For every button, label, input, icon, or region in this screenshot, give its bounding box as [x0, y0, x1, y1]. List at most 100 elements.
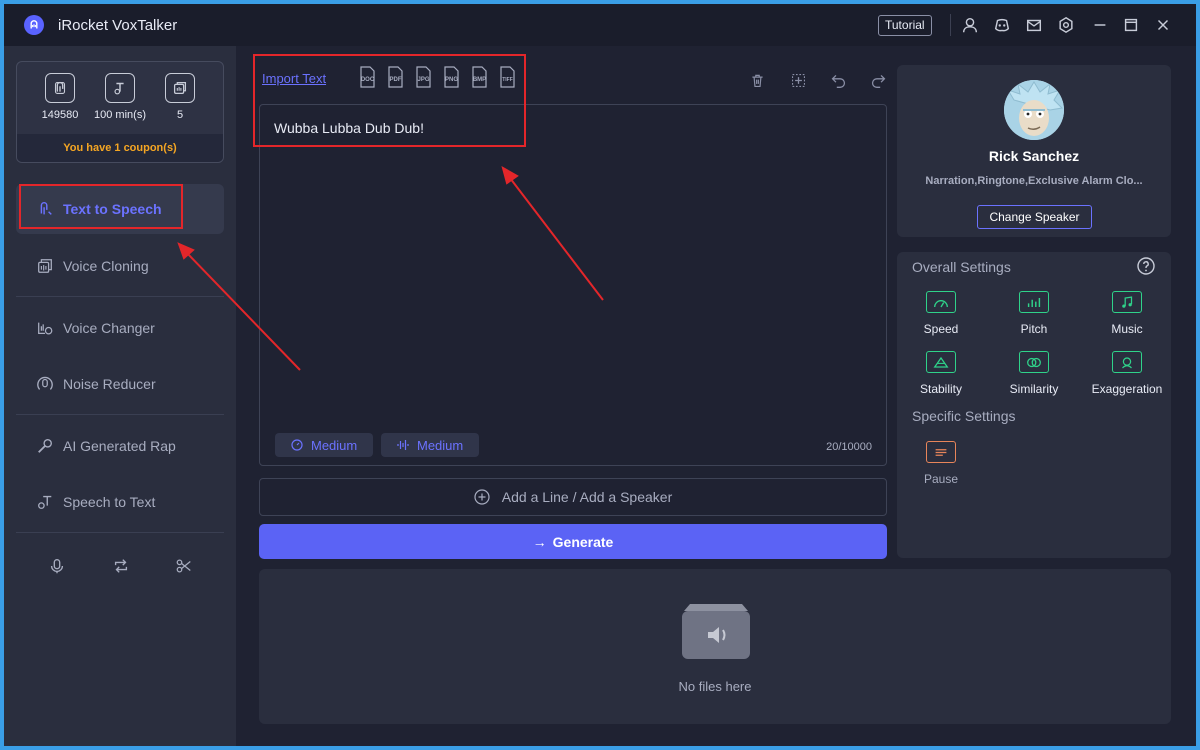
- change-speaker-button[interactable]: Change Speaker: [977, 205, 1092, 229]
- sidebar-item-ai-generated-rap[interactable]: AI Generated Rap: [16, 421, 224, 471]
- specific-settings-title: Specific Settings: [912, 408, 1016, 424]
- sidebar: 149580 100 min(s) 5 You have 1 coupon(s)…: [4, 46, 236, 746]
- sidebar-item-label: Noise Reducer: [63, 376, 156, 392]
- stat-value: 5: [176, 109, 184, 121]
- speech-to-text-icon: [38, 495, 52, 509]
- sidebar-item-voice-cloning[interactable]: Voice Cloning: [16, 241, 224, 291]
- filetype-png-icon[interactable]: PNG: [441, 66, 461, 88]
- add-line-button[interactable]: Add a Line / Add a Speaker: [259, 478, 887, 516]
- generate-button[interactable]: → Generate: [259, 524, 887, 559]
- microphone-icon[interactable]: [47, 556, 67, 576]
- stat-minutes: 100 min(s): [90, 73, 150, 121]
- minimize-icon[interactable]: [1090, 15, 1110, 35]
- sidebar-item-speech-to-text[interactable]: Speech to Text: [16, 477, 224, 527]
- stat-clones: 5: [150, 73, 210, 121]
- close-icon[interactable]: [1153, 15, 1173, 35]
- filetype-pdf-icon[interactable]: PDF: [385, 66, 405, 88]
- filetype-bmp-icon[interactable]: BMP: [469, 66, 489, 88]
- pause-icon: [926, 441, 956, 463]
- exaggeration-setting[interactable]: Exaggeration: [1087, 351, 1167, 396]
- pause-setting[interactable]: Pause: [901, 441, 981, 486]
- undo-icon[interactable]: [828, 70, 848, 90]
- tutorial-button[interactable]: Tutorial: [878, 15, 932, 36]
- filetype-label: TIFF: [502, 77, 513, 83]
- pitch-icon: [1019, 291, 1049, 313]
- sidebar-divider: [16, 296, 224, 297]
- music-setting[interactable]: Music: [1087, 291, 1167, 336]
- redo-icon[interactable]: [868, 70, 888, 90]
- help-icon[interactable]: [1137, 257, 1155, 275]
- discord-icon[interactable]: [992, 15, 1012, 35]
- speed-chip-label: Medium: [311, 437, 358, 453]
- voice-changer-icon: [38, 322, 53, 335]
- sidebar-item-label: Speech to Text: [63, 494, 156, 510]
- sidebar-item-noise-reducer[interactable]: Noise Reducer: [16, 359, 224, 409]
- mail-icon[interactable]: [1024, 15, 1044, 35]
- setting-label: Speed: [923, 322, 959, 336]
- character-counter: 20/10000: [826, 441, 872, 453]
- filetype-label: JPG: [417, 77, 429, 83]
- music-icon: [1112, 291, 1142, 313]
- add-block-icon[interactable]: [788, 70, 808, 90]
- minutes-icon: [105, 73, 135, 103]
- arrow-right-icon: →: [532, 533, 547, 550]
- stat-characters: 149580: [30, 73, 90, 121]
- sidebar-divider: [16, 532, 224, 533]
- filetype-label: PDF: [390, 77, 402, 83]
- sidebar-item-label: Voice Changer: [63, 320, 155, 336]
- stability-setting[interactable]: Stability: [901, 351, 981, 396]
- pitch-chip[interactable]: Medium: [381, 433, 480, 457]
- sidebar-quick-tools: [16, 552, 224, 582]
- sidebar-divider: [16, 414, 224, 415]
- plus-circle-icon: [474, 489, 490, 505]
- setting-label: Pitch: [1020, 322, 1048, 336]
- speed-chip[interactable]: Medium: [275, 433, 374, 457]
- coupon-banner[interactable]: You have 1 coupon(s): [17, 134, 223, 162]
- waveform-icon: [397, 440, 409, 450]
- pitch-setting[interactable]: Pitch: [994, 291, 1074, 336]
- filetype-label: BMP: [473, 77, 486, 83]
- sidebar-item-voice-changer[interactable]: Voice Changer: [16, 303, 224, 353]
- editor-area: Import Text DOC PDF JPG PNG BMP TIFF Wubba Lu…: [236, 46, 1171, 746]
- speed-gauge-icon: [291, 439, 303, 451]
- setting-label: Music: [1111, 322, 1143, 336]
- user-icon[interactable]: [960, 15, 980, 35]
- import-text-link[interactable]: Import Text: [262, 71, 326, 86]
- empty-box-icon: [682, 604, 750, 659]
- account-stats: 149580 100 min(s) 5 You have 1 coupon(s): [16, 61, 224, 163]
- character-count-icon: [45, 73, 75, 103]
- voice-cloning-icon: [38, 259, 52, 273]
- sidebar-item-text-to-speech[interactable]: Text to Speech: [16, 184, 224, 234]
- filetype-doc-icon[interactable]: DOC: [357, 66, 377, 88]
- speed-icon: [926, 291, 956, 313]
- setting-label: Pause: [923, 472, 959, 486]
- filetype-tiff-icon[interactable]: TIFF: [497, 66, 517, 88]
- maximize-icon[interactable]: [1121, 15, 1141, 35]
- clone-count-icon: [165, 73, 195, 103]
- convert-icon[interactable]: [111, 556, 131, 576]
- settings-card: Overall Settings Speed Pitch Music Stabi…: [897, 252, 1171, 558]
- pitch-chip-label: Medium: [417, 437, 464, 453]
- setting-label: Similarity: [1009, 382, 1059, 396]
- settings-icon[interactable]: [1056, 15, 1076, 35]
- filetype-jpg-icon[interactable]: JPG: [413, 66, 433, 88]
- rap-microphone-icon: [38, 439, 52, 453]
- speaker-name: Rick Sanchez: [988, 148, 1080, 164]
- app-title: iRocket VoxTalker: [58, 17, 178, 34]
- text-editor[interactable]: Wubba Lubba Dub Dub! Medium Medium 20/10…: [259, 104, 887, 466]
- speed-setting[interactable]: Speed: [901, 291, 981, 336]
- add-line-label: Add a Line / Add a Speaker: [501, 489, 673, 505]
- similarity-setting[interactable]: Similarity: [994, 351, 1074, 396]
- stat-value: 149580: [41, 109, 79, 121]
- setting-label: Exaggeration: [1091, 382, 1163, 396]
- app-logo-icon: [24, 15, 44, 35]
- text-to-speech-icon: [40, 202, 52, 215]
- titlebar-divider: [950, 14, 951, 36]
- sidebar-item-label: Text to Speech: [63, 201, 162, 217]
- similarity-icon: [1019, 351, 1049, 373]
- editor-text[interactable]: Wubba Lubba Dub Dub!: [274, 120, 424, 136]
- speaker-avatar: [1004, 80, 1064, 140]
- cut-icon[interactable]: [174, 556, 194, 576]
- exaggeration-icon: [1112, 351, 1142, 373]
- delete-icon[interactable]: [747, 70, 767, 90]
